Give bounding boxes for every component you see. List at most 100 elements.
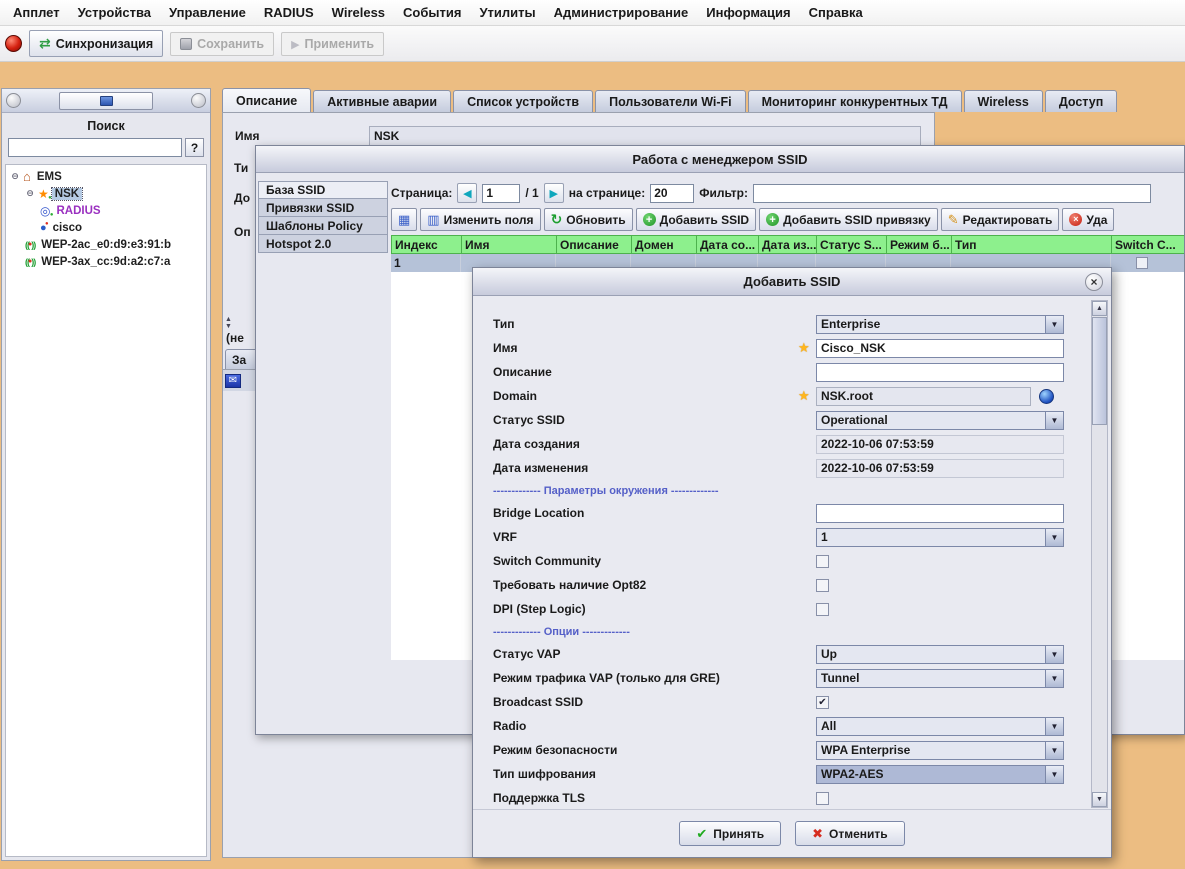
menu-information[interactable]: Информация — [697, 2, 799, 23]
switch-community-cell-checkbox[interactable] — [1136, 257, 1148, 269]
menu-events[interactable]: События — [394, 2, 470, 23]
chevron-down-icon[interactable] — [1045, 412, 1063, 429]
menu-wireless[interactable]: Wireless — [323, 2, 394, 23]
broadcast-ssid-checkbox[interactable] — [816, 696, 829, 709]
delete-button[interactable]: Уда — [1062, 208, 1114, 231]
column-header[interactable]: Статус S... — [817, 235, 887, 254]
dpi-checkbox[interactable] — [816, 603, 829, 616]
add-ssid-binding-button[interactable]: Добавить SSID привязку — [759, 208, 938, 231]
search-input[interactable] — [8, 138, 182, 157]
panel-round-right-button[interactable] — [191, 93, 206, 108]
prev-page-button[interactable] — [457, 183, 477, 203]
next-page-button[interactable] — [544, 183, 564, 203]
filter-input[interactable] — [753, 184, 1151, 203]
name-input[interactable]: Cisco_NSK — [816, 339, 1064, 358]
security-mode-combobox[interactable]: WPA Enterprise — [816, 741, 1064, 760]
column-header[interactable]: Дата из... — [759, 235, 817, 254]
chevron-down-icon[interactable] — [1045, 316, 1063, 333]
encryption-type-combobox[interactable]: WPA2-AES — [816, 765, 1064, 784]
field-label: Описание — [493, 365, 798, 379]
scroll-up-icon[interactable] — [1092, 301, 1107, 316]
column-header[interactable]: Switch C... — [1112, 235, 1184, 254]
domain-field[interactable]: NSK.root — [816, 387, 1031, 406]
events-tab-partial[interactable]: За — [225, 349, 259, 369]
menu-devices[interactable]: Устройства — [69, 2, 160, 23]
topology-view-button[interactable] — [59, 92, 153, 110]
tab-wireless[interactable]: Wireless — [964, 90, 1043, 112]
sync-button[interactable]: Синхронизация — [29, 30, 163, 57]
spinner-arrows-icon[interactable]: ▲▼ — [225, 316, 232, 330]
globe-icon[interactable] — [1039, 389, 1054, 404]
tree-item-nsk[interactable]: NSK — [6, 185, 206, 202]
tab-active-alarms[interactable]: Активные аварии — [313, 90, 451, 112]
menu-utilities[interactable]: Утилиты — [470, 2, 544, 23]
name-field[interactable]: NSK — [369, 126, 921, 146]
column-header[interactable]: Тип — [952, 235, 1112, 254]
chevron-down-icon[interactable] — [1045, 742, 1063, 759]
type-combobox[interactable]: Enterprise — [816, 315, 1064, 334]
bridge-location-input[interactable] — [816, 504, 1064, 523]
close-icon[interactable] — [1085, 273, 1103, 291]
column-header[interactable]: Домен — [632, 235, 697, 254]
chevron-down-icon[interactable] — [1045, 529, 1063, 546]
column-header[interactable]: Дата со... — [697, 235, 759, 254]
column-header[interactable]: Имя — [462, 235, 557, 254]
switch-community-checkbox[interactable] — [816, 555, 829, 568]
refresh-button[interactable]: Обновить — [544, 208, 633, 231]
scrollbar-thumb[interactable] — [1092, 317, 1107, 425]
tab-wifi-users[interactable]: Пользователи Wi-Fi — [595, 90, 746, 112]
tab-hotspot-20[interactable]: Hotspot 2.0 — [258, 235, 388, 253]
tree-item-radius[interactable]: RADIUS — [6, 202, 206, 219]
search-help-button[interactable]: ? — [185, 138, 204, 157]
status-sphere-icon[interactable] — [5, 35, 22, 52]
edit-button[interactable]: Редактировать — [941, 208, 1060, 231]
tree-item-wep-2ac-e0-d9-e3-91-b[interactable]: ((●))WEP-2ac_e0:d9:e3:91:b — [6, 236, 206, 253]
tab-ssid-base[interactable]: База SSID — [258, 181, 388, 199]
add-ssid-button[interactable]: Добавить SSID — [636, 208, 756, 231]
view-grid-button[interactable] — [391, 208, 417, 231]
vap-traffic-mode-combobox[interactable]: Tunnel — [816, 669, 1064, 688]
cancel-button[interactable]: Отменить — [795, 821, 905, 846]
opt82-checkbox[interactable] — [816, 579, 829, 592]
menu-administration[interactable]: Администрирование — [545, 2, 698, 23]
column-header[interactable]: Режим б... — [887, 235, 952, 254]
vertical-scrollbar[interactable] — [1091, 300, 1108, 808]
accept-button[interactable]: Принять — [679, 821, 781, 846]
tab-rogue-ap-monitoring[interactable]: Мониторинг конкурентных ТД — [748, 90, 962, 112]
tree-item-cisco[interactable]: cisco — [6, 219, 206, 236]
apply-button[interactable]: Применить — [281, 32, 384, 56]
menu-management[interactable]: Управление — [160, 2, 255, 23]
per-page-input[interactable]: 20 — [650, 184, 694, 203]
panel-round-left-button[interactable] — [6, 93, 21, 108]
menu-applet[interactable]: Апплет — [4, 2, 69, 23]
save-button[interactable]: Сохранить — [170, 32, 274, 56]
vrf-combobox[interactable]: 1 — [816, 528, 1064, 547]
chevron-down-icon[interactable] — [1045, 670, 1063, 687]
expand-handle-icon[interactable] — [25, 188, 35, 199]
menu-help[interactable]: Справка — [800, 2, 872, 23]
edit-columns-button[interactable]: Изменить поля — [420, 208, 540, 231]
tree-item-ems[interactable]: EMS — [6, 168, 206, 185]
table-cell[interactable]: 1 — [391, 254, 461, 272]
ssid-status-combobox[interactable]: Operational — [816, 411, 1064, 430]
tab-policy-templates[interactable]: Шаблоны Policy — [258, 217, 388, 235]
tab-access[interactable]: Доступ — [1045, 90, 1117, 112]
tab-description[interactable]: Описание — [222, 88, 311, 112]
vap-status-combobox[interactable]: Up — [816, 645, 1064, 664]
tls-support-checkbox[interactable] — [816, 792, 829, 805]
tab-ssid-bindings[interactable]: Привязки SSID — [258, 199, 388, 217]
column-header[interactable]: Индекс — [392, 235, 462, 254]
menu-radius[interactable]: RADIUS — [255, 2, 323, 23]
description-input[interactable] — [816, 363, 1064, 382]
chevron-down-icon[interactable] — [1045, 766, 1063, 783]
page-input[interactable]: 1 — [482, 184, 520, 203]
column-header[interactable]: Описание — [557, 235, 632, 254]
tab-device-list[interactable]: Список устройств — [453, 90, 593, 112]
tree-item-wep-3ax-cc-9d-a2-c7-a[interactable]: ((●))WEP-3ax_cc:9d:a2:c7:a — [6, 253, 206, 270]
expand-handle-icon[interactable] — [10, 171, 20, 182]
scroll-down-icon[interactable] — [1092, 792, 1107, 807]
table-cell[interactable] — [1111, 254, 1184, 272]
radio-combobox[interactable]: All — [816, 717, 1064, 736]
chevron-down-icon[interactable] — [1045, 718, 1063, 735]
chevron-down-icon[interactable] — [1045, 646, 1063, 663]
